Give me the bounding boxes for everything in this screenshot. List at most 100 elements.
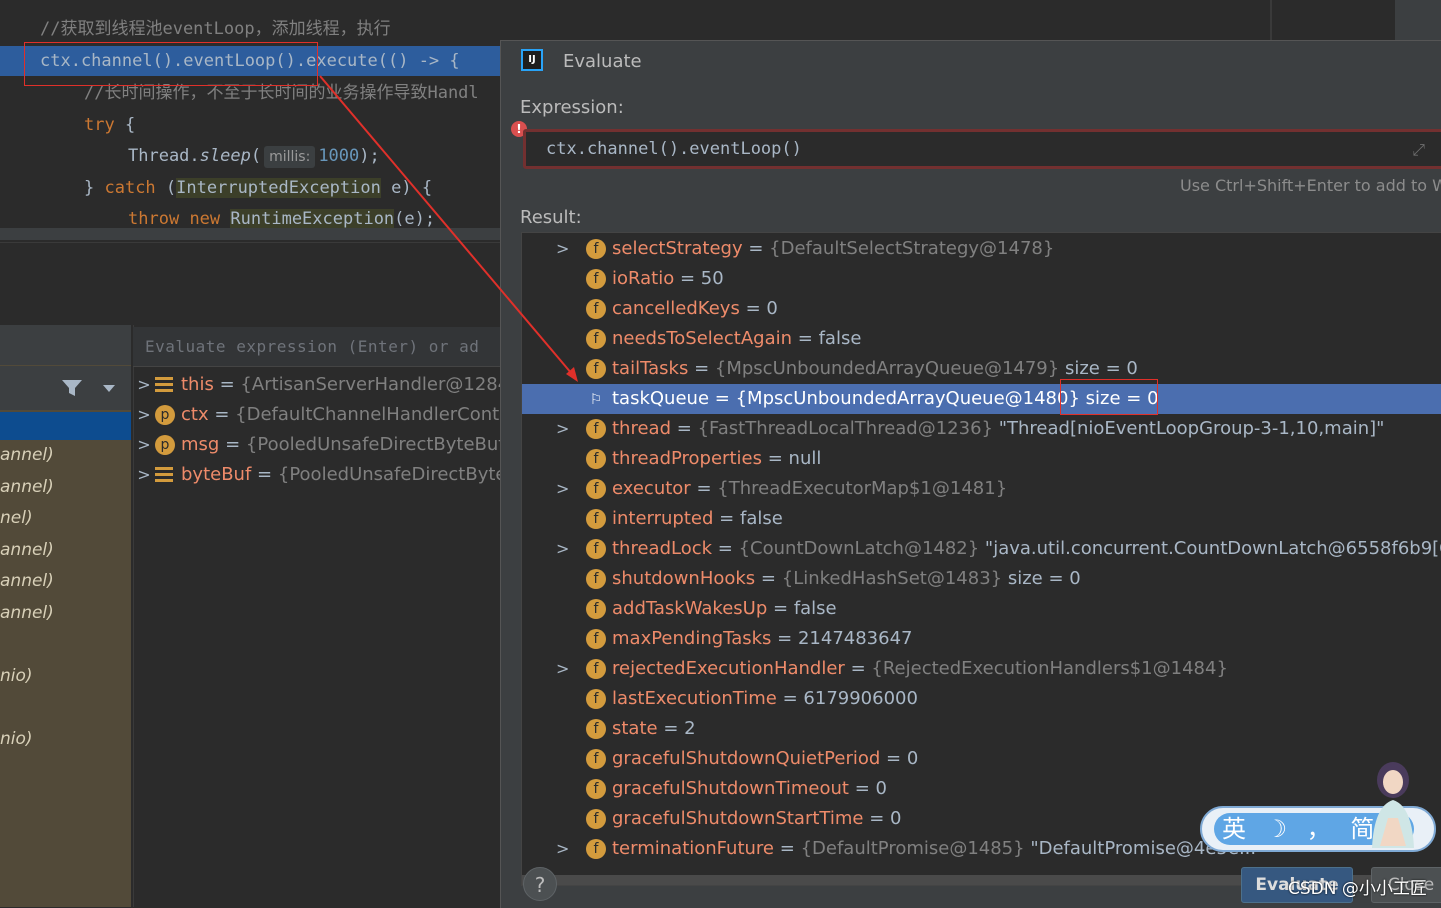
frame-item[interactable]: nio) [0, 729, 33, 749]
evaluate-dialog: IJ Evaluate Expression: ! ctx.channel().… [500, 40, 1441, 908]
result-row[interactable]: f shutdownHooks = {LinkedHashSet@1483} si… [522, 564, 1441, 594]
runtime-exception-type: RuntimeException [230, 209, 395, 229]
result-row[interactable]: f tailTasks = {MpscUnboundedArrayQueue@14… [522, 354, 1441, 384]
thread-class: Thread. [128, 146, 200, 166]
field-name: cancelledKeys [612, 298, 740, 319]
field-value: null [788, 448, 822, 469]
chevron-right-icon[interactable]: > [556, 534, 569, 564]
frame-item[interactable]: annel) [0, 540, 54, 560]
paren-close: ); [359, 146, 380, 166]
event-loop-call[interactable]: ctx.channel().eventLoop() [40, 51, 296, 71]
result-row[interactable]: f maxPendingTasks = 2147483647 [522, 624, 1441, 654]
expression-input[interactable]: ctx.channel().eventLoop() ⤢ [523, 129, 1441, 169]
chevron-right-icon[interactable]: > [133, 460, 155, 490]
frame-item[interactable]: annel) [0, 603, 54, 623]
result-row-selected[interactable]: ⚐ taskQueue = {MpscUnboundedArrayQueue@14… [522, 384, 1441, 414]
result-row[interactable]: f ioRatio = 50 [522, 264, 1441, 294]
field-value: false [739, 508, 783, 529]
frame-item[interactable]: annel) [0, 445, 54, 465]
result-row[interactable]: > f threadLock = {CountDownLatch@1482} "j… [522, 534, 1441, 564]
field-value: size = 0 [1002, 568, 1081, 589]
keyword-try: try [84, 115, 115, 135]
field-type: {RejectedExecutionHandlers$1@1484} [871, 658, 1228, 679]
frame-item[interactable]: nel) [0, 508, 33, 528]
result-row[interactable]: f interrupted = false [522, 504, 1441, 534]
field-name: threadProperties [612, 448, 762, 469]
result-row[interactable]: f cancelledKeys = 0 [522, 294, 1441, 324]
chevron-right-icon[interactable]: > [133, 370, 155, 400]
field-type: {LinkedHashSet@1483} [781, 568, 1003, 589]
field-icon: f [586, 659, 606, 679]
variable-name: msg [181, 434, 220, 455]
filter-icon[interactable] [0, 366, 131, 410]
chevron-right-icon[interactable]: > [556, 654, 569, 684]
paren-close: ) { [401, 178, 433, 198]
result-row[interactable]: f lastExecutionTime = 6179906000 [522, 684, 1441, 714]
frames-header [0, 325, 131, 365]
chevron-right-icon[interactable]: > [556, 834, 569, 864]
chevron-right-icon[interactable]: > [133, 400, 155, 430]
field-type: {CountDownLatch@1482} [738, 538, 980, 559]
code-highlighted-line[interactable]: ctx.channel().eventLoop().execute(() -> … [0, 46, 500, 76]
chevron-right-icon[interactable]: > [133, 430, 155, 460]
chevron-right-icon[interactable]: > [556, 234, 569, 264]
variable-row[interactable]: > this = {ArtisanServerHandler@1284 [133, 370, 500, 400]
variable-row[interactable]: > p msg = {PooledUnsafeDirectByteBuf [133, 430, 500, 460]
chevron-down-icon [103, 385, 115, 392]
variable-row[interactable]: > byteBuf = {PooledUnsafeDirectByte [133, 460, 500, 490]
frame-item[interactable]: nio) [0, 666, 33, 686]
code-comment-line: //获取到线程池eventLoop，添加线程，执行 [40, 14, 391, 44]
frame-item[interactable]: annel) [0, 571, 54, 591]
expand-icon[interactable]: ⤢ [1412, 140, 1425, 160]
field-name: terminationFuture [612, 838, 774, 859]
frame-item[interactable]: annel) [0, 477, 54, 497]
editor-horizontal-scrollbar[interactable] [0, 228, 500, 240]
result-row[interactable]: f gracefulShutdownTimeout = 0 [522, 774, 1441, 804]
field-icon: f [586, 239, 606, 259]
field-value: 6179906000 [803, 688, 918, 709]
field-icon: f [586, 839, 606, 859]
result-row[interactable]: f threadProperties = null [522, 444, 1441, 474]
field-icon: f [586, 269, 606, 289]
throw-args: (e); [394, 209, 436, 229]
field-icon: f [586, 629, 606, 649]
chevron-right-icon[interactable]: > [556, 474, 569, 504]
result-tree[interactable]: > f selectStrategy = {DefaultSelectStrate… [521, 232, 1441, 886]
variable-type: {PooledUnsafeDirectByteBuf [245, 434, 500, 455]
field-name: rejectedExecutionHandler [612, 658, 845, 679]
field-name: executor [612, 478, 691, 499]
result-row[interactable]: f gracefulShutdownQuietPeriod = 0 [522, 744, 1441, 774]
evaluate-expression-input[interactable]: Evaluate expression (Enter) or ad [133, 327, 500, 367]
code-sleep-line: Thread.sleep(millis: 1000); [128, 141, 380, 171]
flag-icon: ⚐ [589, 392, 603, 408]
field-name: thread [612, 418, 672, 439]
result-row[interactable]: f addTaskWakesUp = false [522, 594, 1441, 624]
chevron-right-icon[interactable]: > [556, 414, 569, 444]
field-value: size = 0 [1085, 388, 1159, 409]
field-type: {FastThreadLocalThread@1236} [697, 418, 993, 439]
result-row[interactable]: f needsToSelectAgain = false [522, 324, 1441, 354]
field-icon: f [586, 299, 606, 319]
keyword-catch: catch [104, 178, 156, 198]
result-row[interactable]: > f executor = {ThreadExecutorMap$1@1481} [522, 474, 1441, 504]
field-name: tailTasks [612, 358, 689, 379]
field-type: {DefaultSelectStrategy@1478} [769, 238, 1055, 259]
field-icon: f [586, 449, 606, 469]
field-value: false [818, 328, 862, 349]
result-row[interactable]: > f selectStrategy = {DefaultSelectStrate… [522, 234, 1441, 264]
parameter-icon: p [155, 405, 175, 425]
variable-row[interactable]: > p ctx = {DefaultChannelHandlerConte [133, 400, 500, 430]
result-row[interactable]: > f thread = {FastThreadLocalThread@1236}… [522, 414, 1441, 444]
exception-var: e [380, 178, 402, 198]
field-type: {MpscUnboundedArrayQueue@1480} [735, 388, 1080, 409]
code-catch-line: } catch (InterruptedException e) { [84, 173, 432, 203]
field-name: needsToSelectAgain [612, 328, 793, 349]
expression-text[interactable]: ctx.channel().eventLoop() [546, 132, 802, 166]
frame-selected[interactable] [0, 412, 131, 440]
field-value: "Thread[nioEventLoopGroup-3-1,10,main]" [993, 418, 1385, 439]
watch-hint: Use Ctrl+Shift+Enter to add to Wa [1180, 176, 1441, 195]
result-row[interactable]: f state = 2 [522, 714, 1441, 744]
help-button[interactable]: ? [523, 867, 557, 901]
field-value: 0 [890, 808, 902, 829]
result-row[interactable]: > f rejectedExecutionHandler = {RejectedE… [522, 654, 1441, 684]
